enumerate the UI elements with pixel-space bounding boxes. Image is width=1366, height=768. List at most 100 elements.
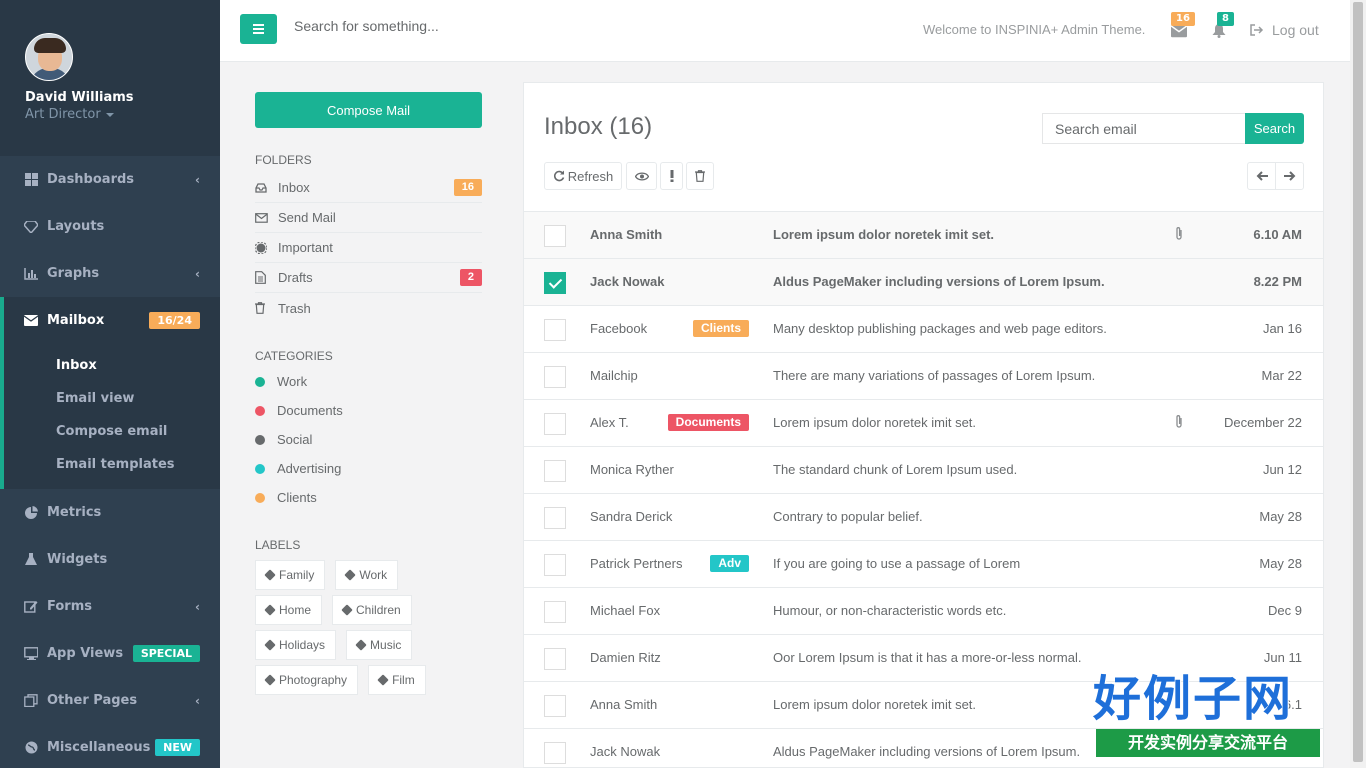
sidebar-item-mailbox[interactable]: Mailbox 16/24	[0, 297, 220, 344]
row-checkbox[interactable]	[544, 460, 566, 482]
folder-drafts[interactable]: Drafts 2	[255, 263, 482, 293]
globe-icon	[24, 741, 38, 755]
tag-icon	[264, 674, 276, 686]
mail-row[interactable]: Mailchip There are many variations of pa…	[524, 352, 1323, 399]
tag-icon	[264, 639, 276, 651]
folder-inbox[interactable]: Inbox 16	[255, 173, 482, 203]
menu-toggle-button[interactable]	[240, 14, 277, 44]
profile-role-dropdown[interactable]: Art Director	[25, 107, 195, 122]
row-checkbox[interactable]	[544, 742, 566, 764]
envelope-icon[interactable]	[1171, 24, 1187, 38]
chevron-left-icon: ‹	[195, 599, 200, 614]
row-checkbox[interactable]	[544, 695, 566, 717]
category-label: Advertising	[277, 461, 342, 476]
mark-read-button[interactable]	[626, 162, 657, 190]
sidebar-item-layouts[interactable]: Layouts	[0, 203, 220, 250]
sidebar-item-app-views[interactable]: App Views SPECIAL	[0, 630, 220, 677]
envelope-outline-icon	[255, 211, 269, 224]
row-checkbox[interactable]	[544, 601, 566, 623]
logout-link[interactable]: Log out	[1250, 22, 1319, 38]
inbox-panel: Inbox (16) Search Refresh Anna Smith Lor…	[523, 82, 1324, 768]
mail-row[interactable]: Sandra Derick Contrary to popular belief…	[524, 493, 1323, 540]
sidebar-item-miscellaneous[interactable]: Miscellaneous NEW	[0, 724, 220, 768]
label-tag-work[interactable]: Work	[335, 560, 399, 590]
row-checkbox[interactable]	[544, 413, 566, 435]
category-dot	[255, 463, 265, 474]
row-checkbox[interactable]	[544, 225, 566, 247]
mail-sender: Damien Ritz	[590, 650, 661, 665]
mail-row[interactable]: Anna Smith Lorem ipsum dolor noretek imi…	[524, 211, 1323, 258]
label-tag-family[interactable]: Family	[255, 560, 326, 590]
mail-time: 8.22 PM	[1253, 274, 1302, 289]
row-checkbox[interactable]	[544, 648, 566, 670]
bell-icon[interactable]	[1211, 24, 1227, 38]
compose-mail-button[interactable]: Compose Mail	[255, 92, 482, 128]
mail-count-badge: 16	[1171, 12, 1195, 26]
delete-button[interactable]	[686, 162, 714, 190]
avatar[interactable]	[25, 33, 73, 81]
category-clients[interactable]: Clients	[255, 483, 482, 512]
sidebar-item-metrics[interactable]: Metrics	[0, 489, 220, 536]
submenu-item-inbox[interactable]: Inbox	[4, 349, 220, 382]
submenu-item-email-templates[interactable]: Email templates	[4, 448, 220, 481]
sidebar-item-label: Other Pages	[47, 693, 138, 708]
row-checkbox[interactable]	[544, 507, 566, 529]
top-search-input[interactable]	[294, 18, 594, 34]
mail-row[interactable]: Facebook Clients Many desktop publishing…	[524, 305, 1323, 352]
mail-subject: Aldus PageMaker including versions of Lo…	[773, 274, 1105, 289]
refresh-button[interactable]: Refresh	[544, 162, 622, 190]
row-checkbox[interactable]	[544, 554, 566, 576]
tag-label: Home	[279, 603, 312, 617]
sidebar-item-widgets[interactable]: Widgets	[0, 536, 220, 583]
label-tag-photography[interactable]: Photography	[255, 665, 359, 695]
email-search-input[interactable]	[1042, 113, 1246, 144]
folder-trash[interactable]: Trash	[255, 293, 482, 323]
mail-row[interactable]: Patrick Pertners Adv If you are going to…	[524, 540, 1323, 587]
label-tag-music[interactable]: Music	[346, 630, 413, 660]
mail-row[interactable]: Michael Fox Humour, or non-characteristi…	[524, 587, 1323, 634]
trash-icon	[255, 302, 269, 315]
category-dot	[255, 405, 265, 416]
previous-page-button[interactable]	[1247, 162, 1276, 190]
categories-heading: CATEGORIES	[255, 349, 333, 363]
category-work[interactable]: Work	[255, 367, 482, 396]
label-tag-home[interactable]: Home	[255, 595, 323, 625]
sidebar-item-dashboards[interactable]: Dashboards ‹	[0, 156, 220, 203]
mail-row[interactable]: Monica Ryther The standard chunk of Lore…	[524, 446, 1323, 493]
mail-time: December 22	[1223, 415, 1302, 430]
mail-row[interactable]: Alex T. Documents Lorem ipsum dolor nore…	[524, 399, 1323, 446]
mail-subject: Lorem ipsum dolor noretek imit set.	[773, 415, 977, 430]
profile-panel: David Williams Art Director	[0, 0, 220, 156]
mail-row[interactable]: Jack Nowak Aldus PageMaker including ver…	[524, 258, 1323, 305]
row-checkbox[interactable]	[544, 319, 566, 341]
page-scrollbar[interactable]	[1350, 0, 1366, 768]
category-advertising[interactable]: Advertising	[255, 454, 482, 483]
chevron-left-icon: ‹	[195, 693, 200, 708]
label-tag-children[interactable]: Children	[332, 595, 412, 625]
sidebar-item-label: Mailbox	[47, 313, 105, 328]
email-search-button[interactable]: Search	[1245, 113, 1304, 144]
sidebar-item-forms[interactable]: Forms ‹	[0, 583, 220, 630]
folder-important[interactable]: Important	[255, 233, 482, 263]
row-checkbox[interactable]	[544, 272, 566, 294]
label-tag-film[interactable]: Film	[368, 665, 426, 695]
mark-important-button[interactable]	[660, 162, 683, 190]
label-tag-holidays[interactable]: Holidays	[255, 630, 337, 660]
category-social[interactable]: Social	[255, 425, 482, 454]
tag-icon	[344, 569, 357, 581]
submenu-item-email-view[interactable]: Email view	[4, 382, 220, 415]
tag-label: Holidays	[279, 638, 326, 652]
submenu-item-compose-email[interactable]: Compose email	[4, 415, 220, 448]
mail-subject: If you are going to use a passage of Lor…	[773, 556, 1021, 571]
next-page-button[interactable]	[1275, 162, 1304, 190]
category-documents[interactable]: Documents	[255, 396, 482, 425]
folder-send-mail[interactable]: Send Mail	[255, 203, 482, 233]
scrollbar-thumb[interactable]	[1353, 2, 1363, 762]
arrow-right-icon	[1283, 171, 1295, 181]
row-checkbox[interactable]	[544, 366, 566, 388]
sidebar-item-other-pages[interactable]: Other Pages ‹	[0, 677, 220, 724]
pie-chart-icon	[24, 506, 38, 520]
trash-icon	[695, 170, 705, 182]
exclamation-icon	[670, 170, 673, 182]
sidebar-item-graphs[interactable]: Graphs ‹	[0, 250, 220, 297]
